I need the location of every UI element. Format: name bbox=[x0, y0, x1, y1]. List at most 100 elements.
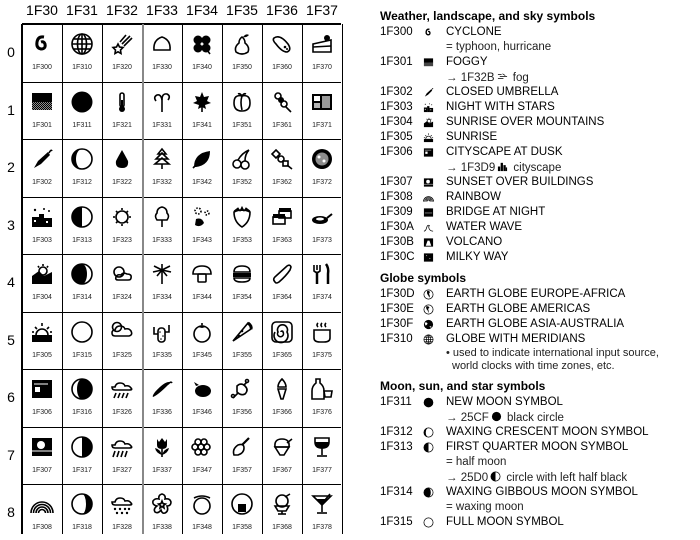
glyph-code: 1F362 bbox=[262, 179, 302, 186]
glyph-code: 1F313 bbox=[62, 237, 102, 244]
glyph-code: 1F353 bbox=[222, 237, 262, 244]
new-moon-icon bbox=[423, 397, 434, 408]
entry-code: 1F307 bbox=[380, 176, 413, 188]
glyph-code: 1F322 bbox=[102, 179, 142, 186]
globe-meridians-icon bbox=[423, 334, 434, 345]
code-chart-grid: 1F301F311F321F331F341F351F361F3701234567… bbox=[0, 0, 345, 534]
glyph-code: 1F355 bbox=[222, 352, 262, 359]
name-entry: 1F300CYCLONE bbox=[380, 26, 700, 41]
glyph-cell: 1F363 bbox=[262, 197, 302, 253]
glyph-cell: 1F357 bbox=[222, 427, 262, 483]
glyph-code: 1F326 bbox=[102, 409, 142, 416]
name-entry: 1F305SUNRISE bbox=[380, 131, 700, 146]
name-entry: 1F312WAXING CRESCENT MOON SYMBOL bbox=[380, 426, 700, 441]
arrow-icon: → bbox=[446, 72, 458, 84]
name-entry: 1F313FIRST QUARTER MOON SYMBOL bbox=[380, 441, 700, 456]
glyph-code: 1F356 bbox=[222, 409, 262, 416]
name-entry: 1F301FOGGY bbox=[380, 56, 700, 71]
entry-code: 1F30D bbox=[380, 288, 415, 300]
glyph-code: 1F334 bbox=[142, 294, 182, 301]
entry-name: NIGHT WITH STARS bbox=[446, 101, 555, 113]
glyph-code: 1F310 bbox=[62, 64, 102, 71]
volcano-icon bbox=[423, 237, 434, 248]
waxing-crescent-moon-icon bbox=[423, 427, 434, 438]
glyph-cell: 1F378 bbox=[302, 484, 342, 540]
section-heading: Globe symbols bbox=[380, 271, 466, 285]
entry-code: 1F311 bbox=[380, 396, 412, 408]
glyph-code: 1F307 bbox=[22, 467, 62, 474]
glyph-code: 1F343 bbox=[182, 237, 222, 244]
entry-code: 1F30E bbox=[380, 303, 414, 315]
glyph-cell: 1F342 bbox=[182, 139, 222, 195]
glyph-code: 1F327 bbox=[102, 467, 142, 474]
black-circle-icon bbox=[491, 411, 502, 422]
glyph-code: 1F320 bbox=[102, 64, 142, 71]
glyph-cell: 1F346 bbox=[182, 369, 222, 425]
glyph-code: 1F328 bbox=[102, 524, 142, 531]
glyph-code: 1F316 bbox=[62, 409, 102, 416]
glyph-cell: 1F374 bbox=[302, 254, 342, 310]
name-entry: 1F307SUNSET OVER BUILDINGS bbox=[380, 176, 700, 191]
rainbow-icon bbox=[423, 192, 434, 203]
glyph-code: 1F368 bbox=[262, 524, 302, 531]
name-entry: 1F311NEW MOON SYMBOL bbox=[380, 396, 700, 411]
glyph-cell: 1F307 bbox=[22, 427, 62, 483]
glyph-code: 1F378 bbox=[302, 524, 342, 531]
name-entry: 1F314WAXING GIBBOUS MOON SYMBOL bbox=[380, 486, 700, 501]
glyph-code: 1F301 bbox=[22, 122, 62, 129]
glyph-cell: 1F364 bbox=[262, 254, 302, 310]
xref-code: 25CF bbox=[458, 412, 489, 424]
entry-alias: = waxing moon bbox=[446, 501, 524, 513]
glyph-cell: 1F320 bbox=[102, 24, 142, 80]
glyph-code: 1F303 bbox=[22, 237, 62, 244]
glyph-code: 1F371 bbox=[302, 122, 342, 129]
glyph-code: 1F364 bbox=[262, 294, 302, 301]
name-entry: 1F30FEARTH GLOBE ASIA-AUSTRALIA bbox=[380, 318, 700, 333]
glyph-cell: 1F306 bbox=[22, 369, 62, 425]
glyph-cell: 1F310 bbox=[62, 24, 102, 80]
section-heading: Weather, landscape, and sky symbols bbox=[380, 9, 595, 23]
column-header: 1F33 bbox=[142, 2, 182, 18]
closed-umbrella-icon bbox=[423, 87, 434, 98]
glyph-cell: 1F327 bbox=[102, 427, 142, 483]
arrow-icon: → bbox=[446, 472, 458, 484]
entry-alias: = typhoon, hurricane bbox=[446, 41, 551, 53]
column-header: 1F31 bbox=[62, 2, 102, 18]
glyph-code: 1F300 bbox=[22, 64, 62, 71]
glyph-cell: 1F343 bbox=[182, 197, 222, 253]
glyph-cell: 1F361 bbox=[262, 82, 302, 138]
row-header: 3 bbox=[4, 217, 18, 233]
glyph-cell: 1F323 bbox=[102, 197, 142, 253]
globe-americas-icon bbox=[423, 304, 434, 315]
glyph-code: 1F376 bbox=[302, 409, 342, 416]
glyph-cell: 1F368 bbox=[262, 484, 302, 540]
glyph-code: 1F360 bbox=[262, 64, 302, 71]
glyph-code: 1F330 bbox=[142, 64, 182, 71]
glyph-cell: 1F325 bbox=[102, 312, 142, 368]
glyph-cell: 1F304 bbox=[22, 254, 62, 310]
glyph-code: 1F315 bbox=[62, 352, 102, 359]
glyph-code: 1F357 bbox=[222, 467, 262, 474]
xref-name: circle with left half black bbox=[503, 472, 627, 484]
entry-cross-reference: → 25D0 circle with left half black bbox=[446, 471, 627, 484]
glyph-code: 1F338 bbox=[142, 524, 182, 531]
glyph-cell: 1F348 bbox=[182, 484, 222, 540]
arrow-icon: → bbox=[446, 162, 458, 174]
cityscape-dusk-icon bbox=[423, 147, 434, 158]
glyph-cell: 1F370 bbox=[302, 24, 342, 80]
fog-icon bbox=[497, 71, 508, 82]
entry-name: VOLCANO bbox=[446, 236, 502, 248]
glyph-cell: 1F372 bbox=[302, 139, 342, 195]
glyph-cell: 1F303 bbox=[22, 197, 62, 253]
column-header: 1F32 bbox=[102, 2, 142, 18]
name-entry: 1F309BRIDGE AT NIGHT bbox=[380, 206, 700, 221]
glyph-code: 1F370 bbox=[302, 64, 342, 71]
glyph-cell: 1F332 bbox=[142, 139, 182, 195]
entry-name: SUNRISE bbox=[446, 131, 497, 143]
glyph-cell: 1F302 bbox=[22, 139, 62, 195]
names-list-panel: Weather, landscape, and sky symbols 1F300… bbox=[380, 0, 700, 534]
glyph-cell: 1F330 bbox=[142, 24, 182, 80]
glyph-cell: 1F333 bbox=[142, 197, 182, 253]
entry-code: 1F308 bbox=[380, 191, 413, 203]
entry-name: FULL MOON SYMBOL bbox=[446, 516, 564, 528]
